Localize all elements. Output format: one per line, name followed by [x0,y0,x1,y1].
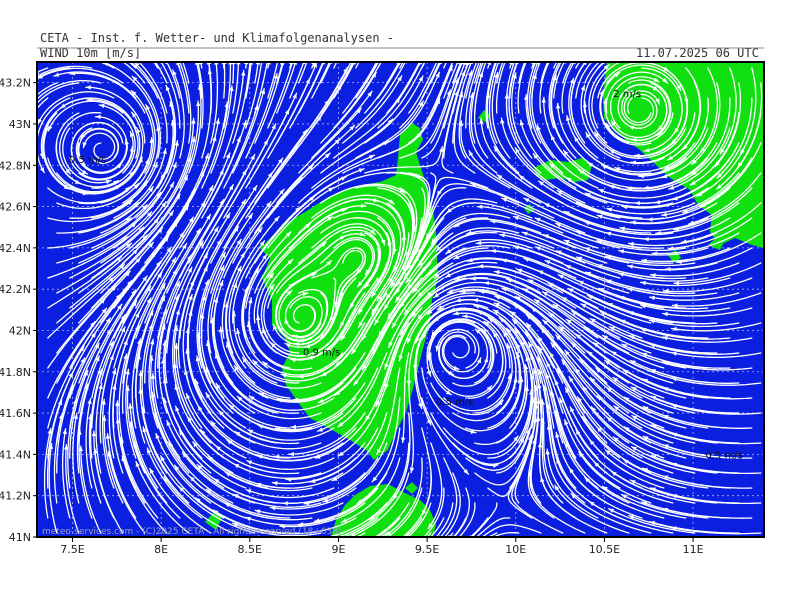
lat-tick-label: 42.8N [0,159,31,172]
lat-tick-label: 42.2N [0,283,31,296]
speed-annotation: 0.5 m/s [436,397,473,408]
lat-tick-label: 43.2N [0,77,31,90]
lat-tick-label: 41.8N [0,366,31,379]
lat-tick-label: 41.4N [0,448,31,461]
lat-tick-label: 43N [9,118,31,131]
lon-tick-label: 8E [154,543,168,556]
lon-tick-label: 9.5E [415,543,439,556]
lat-tick-label: 42N [9,324,31,337]
lat-tick-label: 42.4N [0,242,31,255]
streamline-arrowhead [369,538,374,542]
speed-annotation: 0.5 m/s [69,155,106,166]
lat-tick-label: 42.6N [0,201,31,214]
speed-annotation: 0.9 m/s [303,347,340,358]
wind-map: 7.5E 8E 8.5E 9E 9.5E 10E 10.5E 11E 43.2N 43N 42.8N… [0,47,765,556]
streamline-arrowhead [346,538,351,542]
credit-text: meteo-services.com - (C)2025 CETA - All … [42,527,342,537]
lat-tick-label: 41N [9,531,31,544]
streamline-arrowhead [307,538,312,542]
speed-annotation: 2 m/s [613,89,641,100]
lon-tick-label: 7.5E [60,543,84,556]
streamline-arrowhead [74,55,79,59]
lon-tick-label: 11E [683,543,704,556]
lon-tick-label: 10.5E [589,543,620,556]
streamline-arrowhead [32,111,37,116]
lon-tick-label: 10E [505,543,526,556]
speed-annotation: 0.5 m/s [705,451,742,462]
lat-tick-label: 41.2N [0,490,31,503]
streamline-arrowhead [626,57,631,61]
lon-tick-label: 8.5E [238,543,262,556]
lon-tick-label: 9E [331,543,345,556]
lat-tick-label: 41.6N [0,407,31,420]
